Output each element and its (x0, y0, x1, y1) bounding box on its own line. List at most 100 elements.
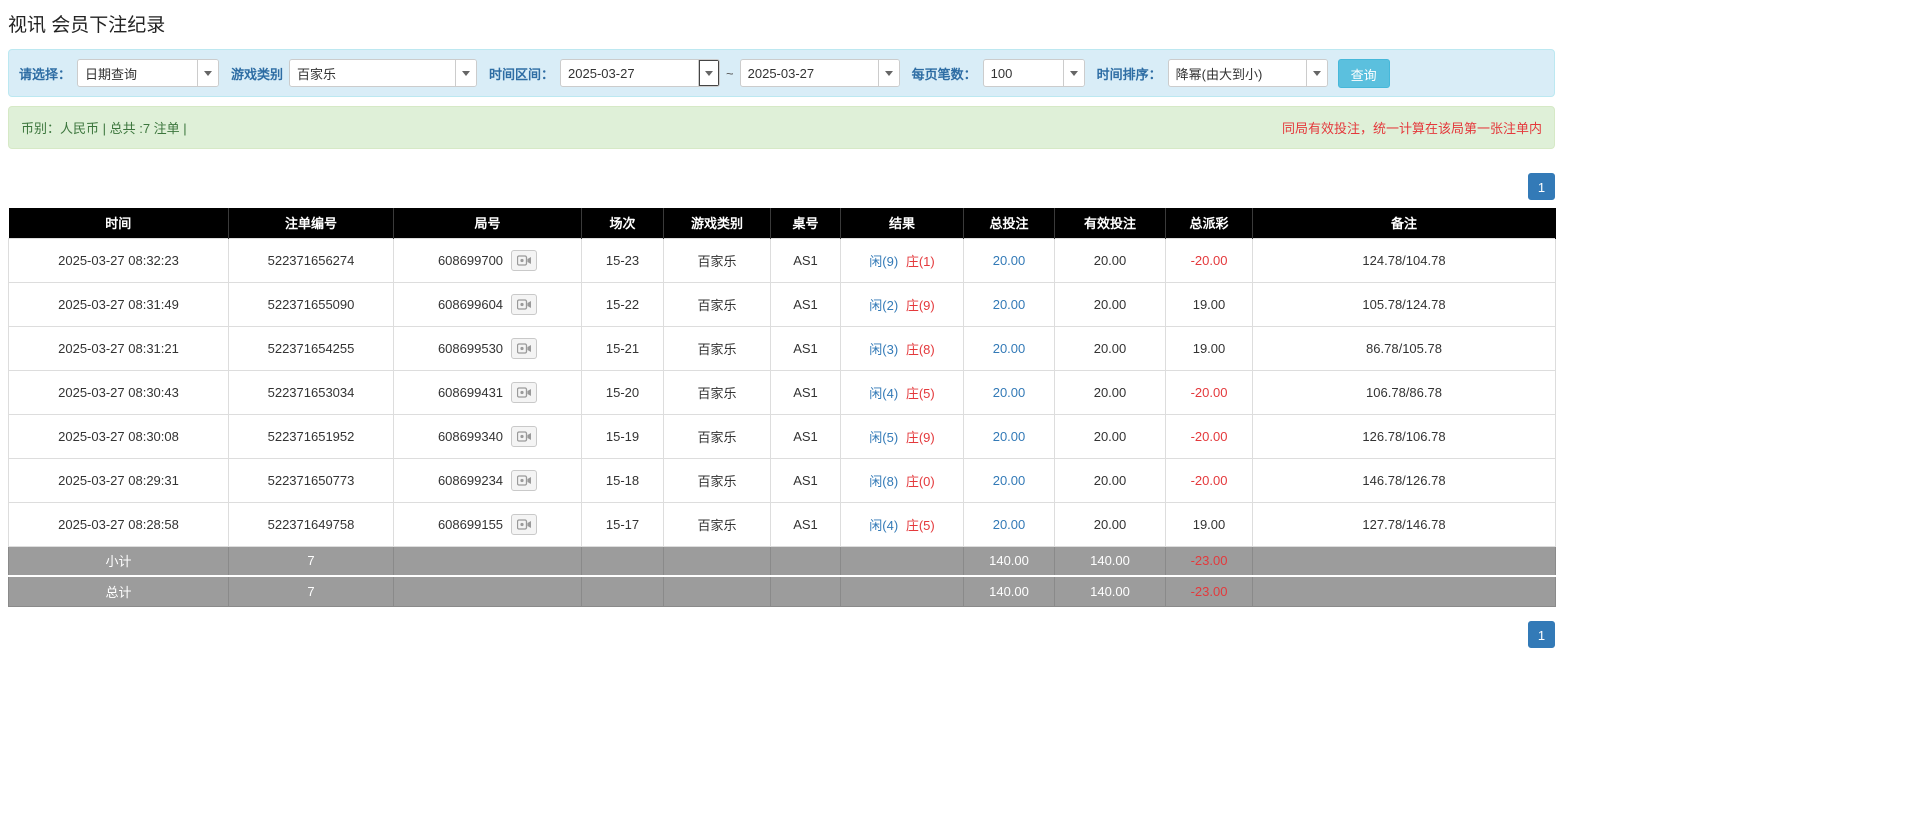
total-bet-link[interactable]: 20.00 (993, 341, 1026, 356)
round-id-text: 608699155 (437, 516, 504, 532)
subtotal-payout: -23.00 (1165, 545, 1253, 577)
sort-order-input[interactable] (1168, 60, 1306, 86)
column-header: 总投注 (963, 208, 1055, 238)
result-banker: 庄(5) (905, 385, 935, 401)
result-player: 闲(4) (869, 517, 899, 533)
cell-bet-id: 522371653034 (228, 369, 394, 415)
result-player: 闲(2) (869, 297, 899, 313)
table-row: 2025-03-27 08:32:23 522371656274 6086997… (8, 237, 1556, 283)
betting-records-table: 时间 注单编号 局号 场次 游戏类别 桌号 结果 总投注 有效投注 总派彩 备注 2025-03-2… (8, 208, 1556, 607)
result-player: 闲(8) (869, 473, 899, 489)
cell-bet-id: 522371651952 (228, 413, 394, 459)
currency-total-info: 币别：人民币 | 总共 :7 注单 | (21, 121, 187, 136)
result-banker: 庄(9) (905, 429, 935, 445)
cell-valid-bet: 20.00 (1054, 325, 1166, 371)
video-replay-icon[interactable] (511, 381, 538, 403)
total-bet-link[interactable]: 20.00 (993, 253, 1026, 268)
column-header: 局号 (393, 208, 582, 238)
date-to-combobox (739, 59, 900, 87)
cell-table-no: AS1 (770, 457, 841, 503)
cell-round-id: 608699234 (393, 457, 582, 503)
cell-total-bet: 20.00 (963, 457, 1055, 503)
table-body: 2025-03-27 08:32:23 522371656274 6086997… (8, 237, 1556, 547)
date-to-dropdown-arrow-icon[interactable] (877, 60, 899, 86)
total-remark (1252, 575, 1556, 607)
subtotal-label: 小计 (8, 545, 229, 577)
cell-remark: 124.78/104.78 (1252, 237, 1556, 283)
result-player: 闲(4) (869, 385, 899, 401)
cell-session: 15-18 (581, 457, 664, 503)
column-header: 时间 (8, 208, 229, 238)
cell-remark: 105.78/124.78 (1252, 281, 1556, 327)
video-replay-icon[interactable] (511, 469, 538, 491)
page-size-dropdown-arrow-icon[interactable] (1062, 60, 1084, 86)
video-replay-icon[interactable] (511, 425, 538, 447)
game-type-combobox (289, 59, 478, 87)
date-from-input[interactable] (561, 60, 699, 86)
result-player: 闲(5) (869, 429, 899, 445)
total-valid-bet: 140.00 (1054, 575, 1166, 607)
round-id-text: 608699431 (437, 384, 504, 400)
cell-session: 15-22 (581, 281, 664, 327)
cell-payout: 19.00 (1165, 325, 1253, 371)
valid-bet-notice: 同局有效投注，统一计算在该局第一张注单内 (1281, 121, 1542, 136)
cell-valid-bet: 20.00 (1054, 369, 1166, 415)
pagination-top: 1 (8, 173, 1555, 200)
pagination-page-1-top[interactable]: 1 (1528, 173, 1555, 200)
video-replay-icon[interactable] (511, 513, 538, 535)
total-bet-link[interactable]: 20.00 (993, 473, 1026, 488)
column-header: 注单编号 (228, 208, 394, 238)
round-id-text: 608699604 (437, 296, 504, 312)
cell-game-type: 百家乐 (663, 325, 771, 371)
table-row: 2025-03-27 08:30:43 522371653034 6086994… (8, 369, 1556, 415)
pagination-page-1-bottom[interactable]: 1 (1528, 620, 1555, 648)
result-banker: 庄(8) (905, 341, 935, 357)
query-type-combobox (77, 59, 220, 87)
total-bet-link[interactable]: 20.00 (993, 297, 1026, 312)
page-size-input[interactable] (983, 60, 1063, 86)
query-type-dropdown-arrow-icon[interactable] (197, 60, 219, 86)
filter-bar: 请选择： 游戏类别 时间区间： ~ 每页笔数： 时间排序： (8, 49, 1555, 97)
video-replay-icon[interactable] (511, 249, 538, 271)
result-banker: 庄(0) (905, 473, 935, 489)
cell-game-type: 百家乐 (663, 237, 771, 283)
video-replay-icon[interactable] (511, 337, 538, 359)
summary-bar: 币别：人民币 | 总共 :7 注单 | 同局有效投注，统一计算在该局第一张注单内 (8, 106, 1555, 149)
video-replay-icon[interactable] (511, 293, 538, 315)
game-type-input[interactable] (290, 60, 456, 86)
sort-order-dropdown-arrow-icon[interactable] (1305, 60, 1327, 86)
round-id-text: 608699234 (437, 472, 504, 488)
date-range-separator: ~ (726, 65, 734, 81)
total-bet-link[interactable]: 20.00 (993, 517, 1026, 532)
cell-round-id: 608699604 (393, 281, 582, 327)
subtotal-remark (1252, 545, 1556, 577)
cell-payout: -20.00 (1165, 237, 1253, 283)
total-bet-link[interactable]: 20.00 (993, 429, 1026, 444)
column-header: 备注 (1252, 208, 1556, 238)
cell-round-id: 608699530 (393, 325, 582, 371)
total-label: 总计 (8, 575, 229, 607)
cell-result: 闲(4) 庄(5) (840, 369, 964, 415)
query-type-input[interactable] (78, 60, 198, 86)
cell-result: 闲(2) 庄(9) (840, 281, 964, 327)
cell-result: 闲(5) 庄(9) (840, 413, 964, 459)
cell-round-id: 608699700 (393, 237, 582, 283)
cell-total-bet: 20.00 (963, 325, 1055, 371)
table-row: 2025-03-27 08:31:21 522371654255 6086995… (8, 325, 1556, 371)
cell-time: 2025-03-27 08:31:21 (8, 325, 229, 371)
game-type-dropdown-arrow-icon[interactable] (455, 60, 477, 86)
search-button[interactable]: 查询 (1337, 58, 1390, 88)
cell-session: 15-20 (581, 369, 664, 415)
cell-time: 2025-03-27 08:32:23 (8, 237, 229, 283)
cell-round-id: 608699340 (393, 413, 582, 459)
cell-round-id: 608699155 (393, 501, 582, 547)
subtotal-row: 小计 7 140.00 140.00 -23.00 (8, 545, 1556, 577)
cell-remark: 86.78/105.78 (1252, 325, 1556, 371)
cell-time: 2025-03-27 08:31:49 (8, 281, 229, 327)
table-row: 2025-03-27 08:28:58 522371649758 6086991… (8, 501, 1556, 547)
total-bet-link[interactable]: 20.00 (993, 385, 1026, 400)
cell-time: 2025-03-27 08:30:08 (8, 413, 229, 459)
date-to-input[interactable] (740, 60, 878, 86)
date-from-dropdown-arrow-icon[interactable] (698, 60, 720, 86)
date-from-combobox (560, 59, 721, 87)
